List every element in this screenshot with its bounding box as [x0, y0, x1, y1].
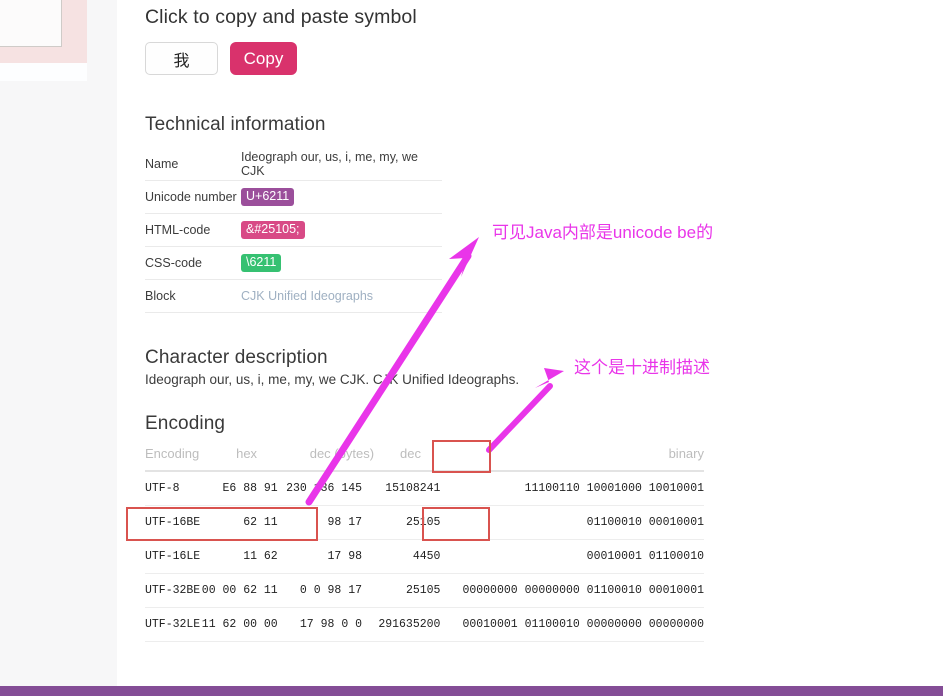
- enc-decb-cell: 0 0 98 17: [285, 573, 379, 608]
- encoding-table: Encoding hex dec (bytes) dec binary UTF-…: [145, 446, 704, 642]
- col-header-hex: hex: [201, 446, 286, 472]
- enc-dec-cell: 25105: [378, 505, 463, 540]
- table-row: UTF-16LE 11 62 17 98 4450 00010001 01100…: [145, 539, 704, 574]
- tech-key-css-code: CSS-code: [145, 246, 241, 280]
- enc-binary-cell: 01100010 00010001: [462, 505, 704, 540]
- enc-dec-cell: 4450: [378, 539, 463, 574]
- table-row: Name Ideograph our, us, i, me, my, we CJ…: [145, 148, 442, 181]
- enc-hex-cell: 00 00 62 11: [201, 573, 286, 608]
- unicode-number-badge: U+6211: [241, 188, 295, 206]
- tech-key-unicode-number: Unicode number: [145, 180, 241, 214]
- enc-decb-cell: 230 136 145: [285, 471, 379, 506]
- enc-dec-cell: 291635200: [378, 607, 463, 642]
- enc-dec-cell: 15108241: [378, 471, 463, 506]
- copy-button[interactable]: Copy: [230, 42, 297, 75]
- main-content-column: Click to copy and paste symbol 我 Copy Te…: [117, 0, 943, 686]
- enc-decb-cell: 17 98: [285, 539, 379, 574]
- bottom-purple-bar: [0, 686, 943, 696]
- character-description-heading: Character description: [145, 347, 328, 368]
- enc-binary-cell: 00010001 01100010: [462, 539, 704, 574]
- tech-value-block: CJK Unified Ideographs: [241, 279, 442, 313]
- table-row: UTF-32BE 00 00 62 11 0 0 98 17 25105 000…: [145, 573, 704, 608]
- background-white-strip: [0, 63, 87, 81]
- tech-value-html-code: &#25105;: [241, 213, 442, 247]
- table-row: CSS-code \6211: [145, 246, 442, 280]
- enc-decb-cell: 98 17: [285, 505, 379, 540]
- enc-name-cell: UTF-16BE: [145, 505, 202, 540]
- tech-value-name: Ideograph our, us, i, me, my, we CJK: [241, 148, 442, 181]
- left-gutter-background: [0, 0, 117, 696]
- table-row: UTF-32LE 11 62 00 00 17 98 0 0 291635200…: [145, 607, 704, 642]
- tech-value-unicode-number: U+6211: [241, 180, 442, 214]
- tech-key-block: Block: [145, 279, 241, 313]
- enc-hex-cell: 62 11: [201, 505, 286, 540]
- enc-dec-cell: 25105: [378, 573, 463, 608]
- tech-key-name: Name: [145, 148, 241, 181]
- html-code-badge: &#25105;: [241, 221, 305, 239]
- table-row: Block CJK Unified Ideographs: [145, 279, 442, 313]
- character-description-text: Ideograph our, us, i, me, my, we CJK. CJ…: [145, 372, 520, 387]
- enc-name-cell: UTF-16LE: [145, 539, 202, 574]
- table-header-row: Encoding hex dec (bytes) dec binary: [145, 446, 704, 472]
- copy-section-heading: Click to copy and paste symbol: [145, 6, 417, 28]
- tech-value-css-code: \6211: [241, 246, 442, 280]
- table-row: UTF-16BE 62 11 98 17 25105 01100010 0001…: [145, 505, 704, 540]
- css-code-badge: \6211: [241, 254, 282, 272]
- tech-key-html-code: HTML-code: [145, 213, 241, 247]
- technical-information-heading: Technical information: [145, 114, 326, 135]
- enc-hex-cell: 11 62: [201, 539, 286, 574]
- enc-name-cell: UTF-8: [145, 471, 202, 506]
- enc-binary-cell: 11100110 10001000 10010001: [462, 471, 704, 506]
- enc-binary-cell: 00000000 00000000 01100010 00010001: [462, 573, 704, 608]
- enc-decb-cell: 17 98 0 0: [285, 607, 379, 642]
- technical-information-table: Name Ideograph our, us, i, me, my, we CJ…: [145, 148, 442, 313]
- table-row: Unicode number U+6211: [145, 180, 442, 214]
- enc-hex-cell: E6 88 91: [201, 471, 286, 506]
- enc-hex-cell: 11 62 00 00: [201, 607, 286, 642]
- encoding-heading: Encoding: [145, 413, 226, 434]
- block-link[interactable]: CJK Unified Ideographs: [241, 289, 373, 303]
- col-header-binary: binary: [462, 446, 704, 472]
- table-row: HTML-code &#25105;: [145, 213, 442, 247]
- background-white-card: [0, 0, 62, 47]
- enc-binary-cell: 00010001 01100010 00000000 00000000: [462, 607, 704, 642]
- col-header-dec: dec: [378, 446, 463, 472]
- enc-name-cell: UTF-32BE: [145, 573, 202, 608]
- col-header-encoding: Encoding: [145, 446, 202, 472]
- symbol-display-box[interactable]: 我: [145, 42, 218, 75]
- table-row: UTF-8 E6 88 91 230 136 145 15108241 1110…: [145, 471, 704, 506]
- enc-name-cell: UTF-32LE: [145, 607, 202, 642]
- col-header-dec-bytes: dec (bytes): [285, 446, 379, 472]
